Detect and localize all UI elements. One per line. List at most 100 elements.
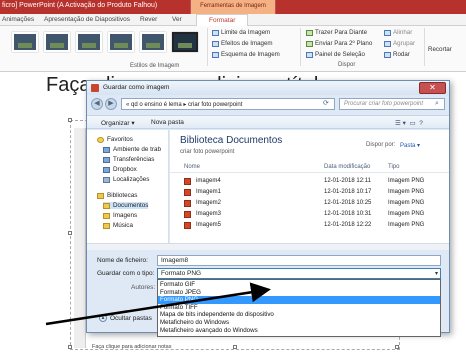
pictures-icon	[103, 212, 110, 219]
ribbon-tabs: Animações Apresentação de Diapositivos R…	[0, 14, 466, 27]
filetype-label: Guardar com o tipo:	[97, 270, 155, 277]
organize-button[interactable]: Organizar ▾	[101, 119, 135, 127]
powerpoint-icon	[91, 84, 99, 92]
horizontal-scrollbar[interactable]	[87, 243, 449, 250]
search-icon[interactable]: ⌕	[435, 100, 439, 108]
tab-view[interactable]: Ver	[172, 16, 182, 23]
picture-border-button[interactable]: Limite da Imagem	[212, 29, 270, 36]
tab-animations[interactable]: Animações	[2, 16, 34, 23]
bring-forward-button[interactable]: Trazer Para Diante	[306, 29, 367, 36]
address-bar[interactable]: « qd o ensino é lema ▸ criar foto powerp…	[121, 98, 335, 110]
file-row[interactable]: Imagem1 12-01-2018 10:17 Imagem PNG	[170, 188, 449, 198]
png-file-icon	[184, 211, 191, 218]
nav-item-desktop[interactable]: Ambiente de trab	[103, 146, 161, 153]
rotate-button[interactable]: Rodar	[384, 51, 410, 58]
picture-layout-icon	[212, 51, 219, 58]
resize-handle[interactable]	[68, 118, 72, 122]
nav-item-downloads[interactable]: Transferências	[103, 156, 154, 163]
picture-style-thumb[interactable]	[140, 32, 166, 52]
filetype-option[interactable]: Metaficheiro avançado do Windows	[158, 327, 440, 335]
group-icon	[384, 40, 391, 47]
places-icon	[103, 176, 110, 183]
libraries-icon	[97, 192, 104, 199]
ribbon-divider	[424, 28, 425, 66]
authors-label: Autores:	[131, 284, 156, 291]
picture-layout-button[interactable]: Esquema de Imagem	[212, 51, 280, 58]
arrow-left-icon: ◀	[94, 100, 100, 107]
picture-effects-icon	[212, 40, 219, 47]
close-button[interactable]: ✕	[419, 82, 446, 94]
dropbox-icon	[103, 166, 110, 173]
nav-item-pictures[interactable]: Imagens	[103, 212, 137, 219]
arrange-group-label: Dispor	[338, 62, 356, 68]
search-input[interactable]: Procurar criar foto powerpoint	[339, 98, 445, 110]
nav-item-libraries[interactable]: Bibliotecas	[97, 192, 137, 199]
selection-pane-icon	[306, 51, 313, 58]
nav-item-favorites[interactable]: Favoritos	[97, 136, 133, 143]
selection-pane-button[interactable]: Painel de Seleção	[306, 51, 365, 58]
arrange-by-label: Dispor por:	[366, 142, 396, 148]
picture-style-thumb[interactable]	[44, 32, 70, 52]
filetype-select[interactable]: Formato PNG ▾	[157, 268, 441, 279]
picture-border-icon	[212, 29, 219, 36]
png-file-icon	[184, 189, 191, 196]
nav-item-places[interactable]: Localizações	[103, 176, 149, 183]
music-icon	[103, 222, 110, 229]
arrange-by-dropdown[interactable]: Pasta ▾	[400, 142, 420, 149]
column-header-date[interactable]: Data modificação	[324, 164, 370, 170]
filetype-option[interactable]: Formato GIF	[158, 281, 440, 289]
png-file-icon	[184, 222, 191, 229]
refresh-icon[interactable]: ⟳	[323, 99, 329, 107]
filetype-option-selected[interactable]: Formato PNG	[158, 296, 440, 304]
filetype-option[interactable]: Mapa de bits independente do dispositivo	[158, 311, 440, 319]
resize-handle[interactable]	[395, 345, 399, 349]
notes-placeholder[interactable]: Faça clique para adicionar notas	[92, 344, 172, 350]
nav-item-music[interactable]: Música	[103, 222, 133, 229]
resize-handle[interactable]	[68, 345, 72, 349]
ribbon: Estilos de Imagem Limite da Imagem Efeit…	[0, 26, 466, 72]
ribbon-divider	[207, 28, 208, 66]
align-button[interactable]: Alinhar	[384, 29, 412, 36]
file-row[interactable]: Imagem3 12-01-2018 10:31 Imagem PNG	[170, 210, 449, 220]
chevron-up-icon: ▴	[99, 314, 107, 322]
send-backward-button[interactable]: Enviar Para 2º Plano	[306, 40, 372, 47]
view-options-icon[interactable]: ☰ ▾ ▭ ?	[395, 119, 423, 127]
library-subtitle: criar foto powerpoint	[180, 149, 235, 155]
forward-button[interactable]: ▶	[105, 98, 117, 110]
resize-handle[interactable]	[68, 231, 72, 235]
picture-effects-button[interactable]: Efeitos de Imagem	[212, 40, 273, 47]
tab-slideshow[interactable]: Apresentação de Diapositivos	[44, 16, 130, 23]
tab-review[interactable]: Rever	[140, 16, 157, 23]
filetype-dropdown-list: Formato GIF Formato JPEG Formato PNG For…	[157, 279, 441, 337]
filetype-option[interactable]: Formato JPEG	[158, 289, 440, 297]
save-as-dialog: Guardar como imagem ✕ ◀ ▶ « qd o ensino …	[86, 80, 450, 337]
picture-style-thumb[interactable]	[172, 32, 198, 52]
crop-button[interactable]: Recortar	[428, 46, 452, 53]
file-list-pane: Biblioteca Documentos criar foto powerpo…	[170, 130, 449, 250]
hide-folders-button[interactable]: ▴ Ocultar pastas	[99, 314, 152, 322]
picture-style-thumb[interactable]	[76, 32, 102, 52]
column-header-type[interactable]: Tipo	[388, 164, 399, 170]
app-title: ficro] PowerPoint (A Activação do Produt…	[2, 2, 158, 9]
filename-input[interactable]: Imagem8	[157, 255, 441, 266]
file-row[interactable]: Imagem2 12-01-2018 10:25 Imagem PNG	[170, 199, 449, 209]
back-button[interactable]: ◀	[91, 98, 103, 110]
picture-style-thumb[interactable]	[108, 32, 134, 52]
new-folder-button[interactable]: Nova pasta	[151, 119, 184, 126]
column-headers: Nome Data modificação Tipo	[170, 162, 449, 173]
file-row[interactable]: imagem4 12-01-2018 12:11 Imagem PNG	[170, 177, 449, 187]
nav-item-dropbox[interactable]: Dropbox	[103, 166, 137, 173]
filetype-option[interactable]: Metaficheiro do Windows	[158, 319, 440, 327]
desktop-icon	[103, 146, 110, 153]
column-header-name[interactable]: Nome	[184, 164, 200, 170]
ribbon-divider	[300, 28, 301, 66]
nav-item-documents[interactable]: Documentos	[103, 202, 149, 209]
resize-handle[interactable]	[233, 345, 237, 349]
send-backward-icon	[306, 40, 313, 47]
group-button[interactable]: Agrupar	[384, 40, 415, 47]
file-row[interactable]: Imagem5 12-01-2018 12:22 Imagem PNG	[170, 221, 449, 231]
navigation-pane: Favoritos Ambiente de trab Transferência…	[87, 130, 169, 250]
png-file-icon	[184, 178, 191, 185]
filetype-option[interactable]: Formato TIFF	[158, 304, 440, 312]
picture-style-thumb[interactable]	[12, 32, 38, 52]
